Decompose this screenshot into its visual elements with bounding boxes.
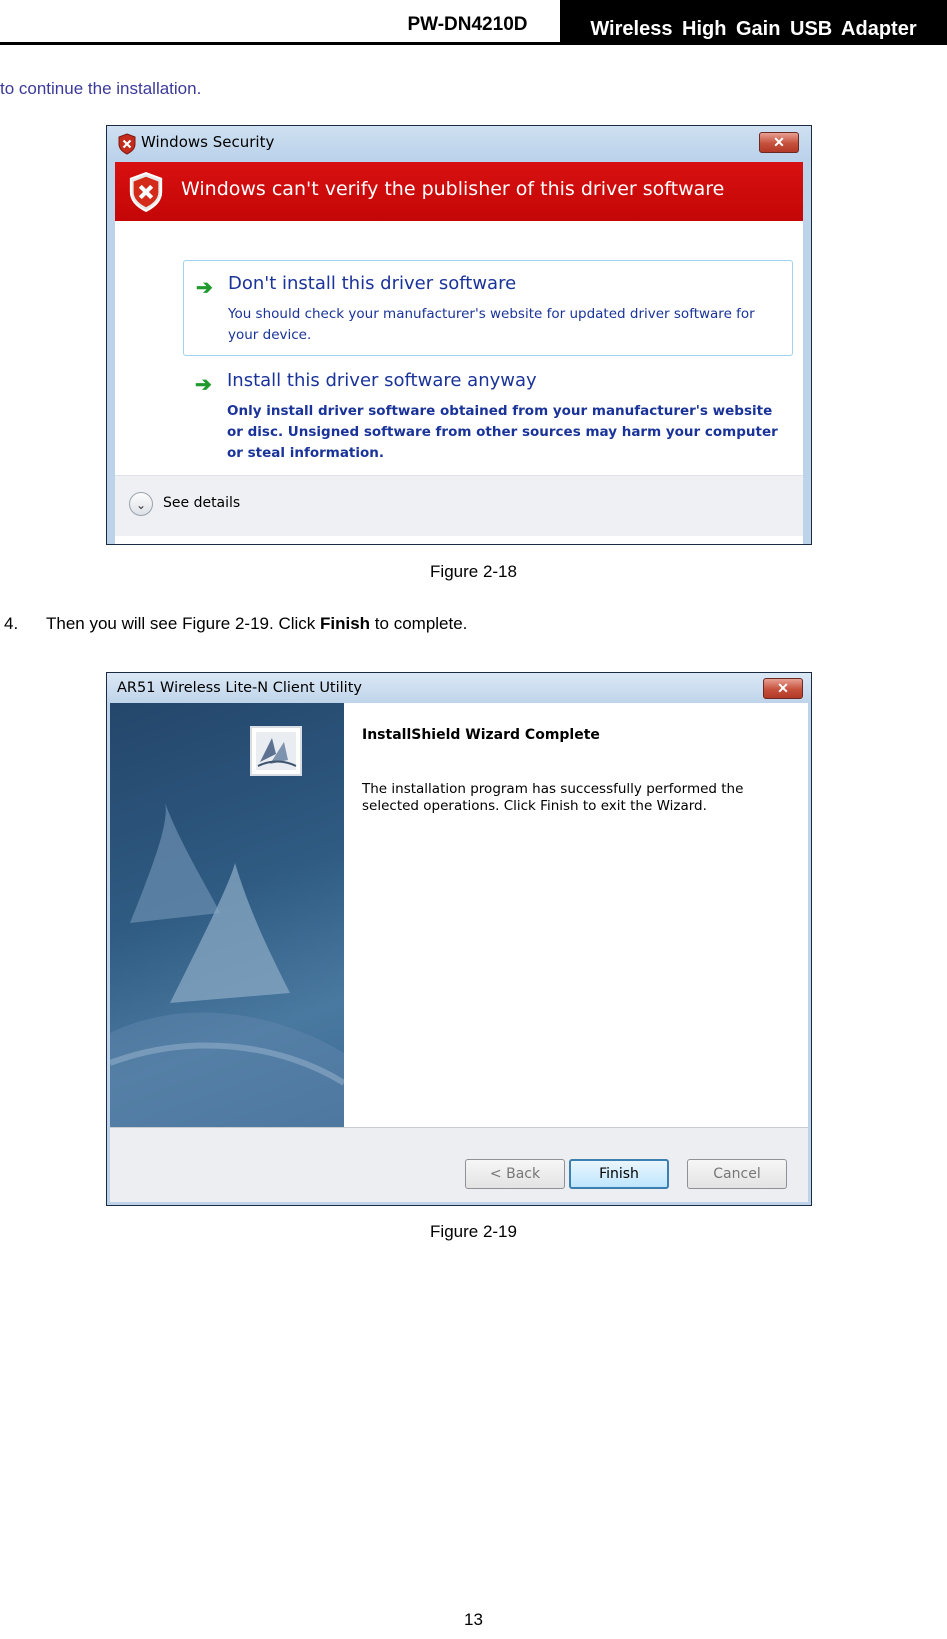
header-rule [0, 42, 947, 45]
warning-banner: Windows can't verify the publisher of th… [115, 162, 803, 221]
window-title: AR51 Wireless Lite-N Client Utility [117, 680, 362, 696]
step-text: Then you will see Figure 2-19. Click Fin… [46, 614, 467, 634]
option-dont-install[interactable]: ➔ Don't install this driver software You… [183, 260, 793, 356]
close-button[interactable]: ✕ [759, 132, 799, 153]
installshield-logo [250, 726, 302, 776]
finish-button[interactable]: Finish [569, 1159, 669, 1189]
button-bar: < Back Finish Cancel [110, 1127, 808, 1202]
option-description: You should check your manufacturer's web… [228, 306, 755, 343]
figure-caption: Figure 2-18 [430, 562, 517, 581]
shield-x-icon [118, 133, 136, 155]
dialog-body: InstallShield Wizard Complete The instal… [110, 703, 808, 1202]
title-bar: Windows Security ✕ [107, 126, 811, 162]
back-button[interactable]: < Back [465, 1159, 565, 1189]
frame-right [803, 162, 811, 544]
logo-icon [256, 732, 297, 770]
close-icon: ✕ [773, 134, 785, 150]
chevron-down-icon[interactable]: ⌄ [129, 492, 153, 516]
step-bold: Finish [320, 614, 371, 633]
close-icon: ✕ [777, 680, 789, 696]
close-button[interactable]: ✕ [763, 678, 803, 699]
header-product: Wireless High Gain USB Adapter [560, 0, 947, 44]
option-install-anyway[interactable]: ➔ Install this driver software anyway On… [183, 358, 793, 461]
step-number: 4. [4, 614, 19, 633]
wizard-heading: InstallShield Wizard Complete [362, 727, 600, 743]
wizard-side-panel [110, 703, 344, 1127]
option-title: Install this driver software anyway [227, 370, 537, 391]
see-details-link[interactable]: See details [163, 495, 240, 511]
cancel-button[interactable]: Cancel [687, 1159, 787, 1189]
green-arrow-icon: ➔ [196, 277, 213, 299]
page-number: 13 [464, 1610, 483, 1629]
shield-x-icon [129, 171, 163, 213]
sail-graphic [110, 803, 344, 1127]
banner-text: Windows can't verify the publisher of th… [181, 178, 725, 200]
wizard-message: The installation program has successfull… [362, 781, 744, 814]
title-bar: AR51 Wireless Lite-N Client Utility ✕ [107, 673, 811, 703]
option-title: Don't install this driver software [228, 273, 517, 294]
dialog-body: Windows can't verify the publisher of th… [115, 162, 803, 536]
step-text-after: to complete. [370, 614, 468, 633]
figure-caption: Figure 2-19 [430, 1222, 517, 1241]
step-text-before: Then you will see Figure 2-19. Click [46, 614, 321, 633]
header-model: PW-DN4210D [407, 14, 528, 35]
option-description: Only install driver software obtained fr… [227, 403, 778, 461]
window-title: Windows Security [141, 133, 275, 151]
details-bar: ⌄ See details [115, 475, 803, 536]
windows-security-dialog: Windows Security ✕ Windows can't verify … [106, 125, 812, 545]
frame-left [107, 162, 115, 544]
green-arrow-icon: ➔ [195, 374, 212, 396]
intro-text: to continue the installation. [0, 79, 202, 98]
installshield-dialog: AR51 Wireless Lite-N Client Utility ✕ In… [106, 672, 812, 1206]
